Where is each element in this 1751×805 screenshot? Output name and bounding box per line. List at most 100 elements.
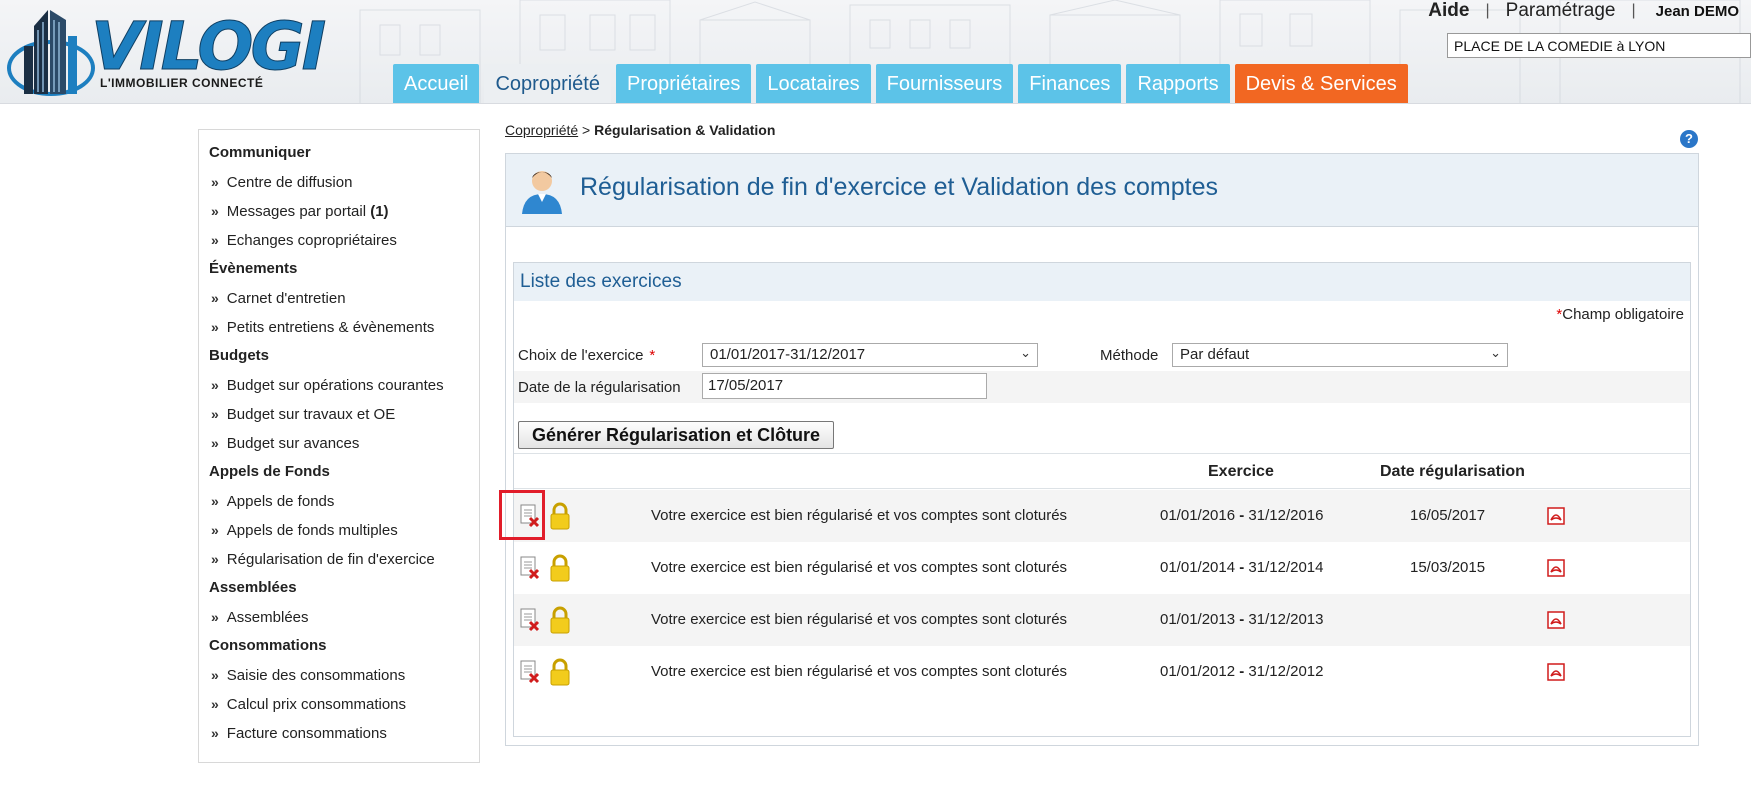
pdf-icon[interactable] — [1546, 558, 1566, 578]
period-dash: - — [1239, 611, 1245, 628]
date-regularisation-input[interactable]: 17/05/2017 — [702, 373, 987, 399]
form-row-date: Date de la régularisation 17/05/2017 — [514, 371, 1690, 403]
section-title: Liste des exercices — [514, 263, 1690, 301]
building-selector[interactable]: PLACE DE LA COMEDIE à LYON — [1447, 33, 1751, 58]
generate-regularisation-button[interactable]: Générer Régularisation et Clôture — [518, 421, 835, 449]
period-end: 31/12/2013 — [1248, 611, 1324, 628]
sidebar-item-label: Appels de fonds — [226, 493, 335, 510]
sidebar-item-centre-diffusion[interactable]: » Centre de diffusion — [209, 171, 469, 200]
sidebar-item-messages-portail[interactable]: » Messages par portail (1) — [209, 200, 469, 229]
table-row: Votre exercice est bien régularisé et vo… — [514, 542, 1690, 594]
sidebar-item-appels-fonds[interactable]: » Appels de fonds — [209, 490, 469, 519]
exercice-period: 01/01/2014 - 31/12/2014 — [1160, 559, 1324, 576]
double-chevron-icon: » — [211, 435, 219, 451]
double-chevron-icon: » — [211, 667, 219, 683]
breadcrumb: Copropriété > Régularisation & Validatio… — [505, 122, 775, 138]
vilogi-logo[interactable]: VILOGI L'IMMOBILIER CONNECTÉ — [6, 6, 336, 102]
delete-document-icon[interactable] — [520, 660, 540, 684]
sidebar-section-title: Budgets — [209, 347, 269, 364]
sidebar-item-label: Calcul prix consommations — [226, 696, 407, 713]
status-text: Votre exercice est bien régularisé et vo… — [651, 507, 1068, 524]
column-header-exercice: Exercice — [1208, 463, 1274, 480]
app-header: VILOGI L'IMMOBILIER CONNECTÉ Aide | Para… — [0, 0, 1751, 104]
help-link[interactable]: Aide — [1428, 0, 1469, 22]
sidebar-item-label: Carnet d'entretien — [226, 290, 346, 307]
double-chevron-icon: » — [211, 493, 219, 509]
help-icon[interactable]: ? — [1680, 130, 1698, 148]
delete-document-icon[interactable] — [520, 608, 540, 632]
settings-link[interactable]: Paramétrage — [1506, 0, 1616, 22]
double-chevron-icon: » — [211, 522, 219, 538]
tab-copropriete[interactable]: Copropriété — [484, 64, 611, 103]
lock-icon — [550, 658, 570, 686]
column-header-date: Date régularisation — [1380, 463, 1525, 480]
sidebar-item-label: Petits entretiens & évènements — [226, 319, 435, 336]
exercices-section: Liste des exercices *Champ obligatoire C… — [513, 262, 1691, 737]
lock-icon — [550, 502, 570, 530]
sidebar-item-label: Centre de diffusion — [226, 174, 353, 191]
highlight-box — [499, 490, 545, 540]
status-text: Votre exercice est bien régularisé et vo… — [651, 559, 1068, 576]
sidebar-item-budget-operations[interactable]: » Budget sur opérations courantes — [209, 374, 469, 403]
tab-finances[interactable]: Finances — [1018, 64, 1122, 103]
double-chevron-icon: » — [211, 377, 219, 393]
period-start: 01/01/2012 — [1160, 663, 1236, 680]
status-text: Votre exercice est bien régularisé et vo… — [651, 611, 1068, 628]
sidebar-item-label: Assemblées — [226, 609, 309, 626]
sidebar-item-budget-avances[interactable]: » Budget sur avances — [209, 432, 469, 461]
logo-wordmark: VILOGI — [90, 8, 326, 86]
delete-document-icon[interactable] — [520, 556, 540, 580]
sidebar-item-label: Budget sur travaux et OE — [226, 406, 396, 423]
period-end: 31/12/2012 — [1248, 663, 1324, 680]
sidebar-item-assemblees[interactable]: » Assemblées — [209, 606, 469, 635]
pdf-icon[interactable] — [1546, 506, 1566, 526]
user-name[interactable]: Jean DEMO — [1656, 3, 1739, 20]
sidebar-item-budget-travaux[interactable]: » Budget sur travaux et OE — [209, 403, 469, 432]
exercice-select[interactable]: 01/01/2017-31/12/2017 ⌄ — [702, 343, 1038, 367]
sidebar-item-saisie-consommations[interactable]: » Saisie des consommations — [209, 664, 469, 693]
period-start: 01/01/2014 — [1160, 559, 1236, 576]
link-separator: | — [1631, 2, 1636, 19]
exercice-label: Choix de l'exercice * — [518, 347, 655, 364]
sidebar-section-title: Consommations — [209, 637, 327, 654]
sidebar-item-calcul-prix[interactable]: » Calcul prix consommations — [209, 693, 469, 722]
sidebar-item-label: Facture consommations — [226, 725, 387, 742]
sidebar-item-label: Echanges copropriétaires — [226, 232, 397, 249]
double-chevron-icon: » — [211, 174, 219, 190]
sidebar-item-regularisation[interactable]: » Régularisation de fin d'exercice — [209, 548, 469, 577]
lock-icon — [550, 606, 570, 634]
pdf-icon[interactable] — [1546, 610, 1566, 630]
sidebar-item-petits-entretiens[interactable]: » Petits entretiens & évènements — [209, 316, 469, 345]
sidebar-item-echanges[interactable]: » Echanges copropriétaires — [209, 229, 469, 258]
tab-fournisseurs[interactable]: Fournisseurs — [875, 64, 1014, 103]
top-links: Aide | Paramétrage | Jean DEMO — [1428, 0, 1739, 22]
table-header: Exercice Date régularisation — [514, 453, 1690, 489]
tab-devis-services[interactable]: Devis & Services — [1234, 64, 1408, 103]
tab-locataires[interactable]: Locataires — [756, 64, 871, 103]
chevron-down-icon: ⌄ — [1020, 345, 1031, 360]
sidebar-item-label: Régularisation de fin d'exercice — [226, 551, 435, 568]
main-nav-tabs: Accueil Copropriété Propriétaires Locata… — [393, 64, 1413, 103]
sidebar-item-label: Messages par portail — [226, 203, 367, 220]
pdf-icon[interactable] — [1546, 662, 1566, 682]
tab-rapports[interactable]: Rapports — [1126, 64, 1230, 103]
lock-icon — [550, 554, 570, 582]
methode-select[interactable]: Par défaut ⌄ — [1172, 343, 1508, 367]
sidebar-item-facture-consommations[interactable]: » Facture consommations — [209, 722, 469, 751]
chevron-down-icon: ⌄ — [1490, 345, 1501, 360]
sidebar-item-carnet-entretien[interactable]: » Carnet d'entretien — [209, 287, 469, 316]
tab-proprietaires[interactable]: Propriétaires — [616, 64, 752, 103]
date-label: Date de la régularisation — [518, 379, 681, 396]
message-count-badge: (1) — [370, 203, 389, 220]
double-chevron-icon: » — [211, 551, 219, 567]
panel-header: Régularisation de fin d'exercice et Vali… — [506, 154, 1698, 227]
exercice-period: 01/01/2016 - 31/12/2016 — [1160, 507, 1324, 524]
sidebar-section-title: Évènements — [209, 260, 298, 277]
breadcrumb-parent-link[interactable]: Copropriété — [505, 122, 578, 138]
user-avatar-icon — [522, 171, 562, 214]
sidebar-item-appels-fonds-multiples[interactable]: » Appels de fonds multiples — [209, 519, 469, 548]
required-note: *Champ obligatoire — [1556, 306, 1684, 323]
period-dash: - — [1239, 507, 1245, 524]
tab-accueil[interactable]: Accueil — [393, 64, 480, 103]
sidebar-item-label: Budget sur avances — [226, 435, 360, 452]
